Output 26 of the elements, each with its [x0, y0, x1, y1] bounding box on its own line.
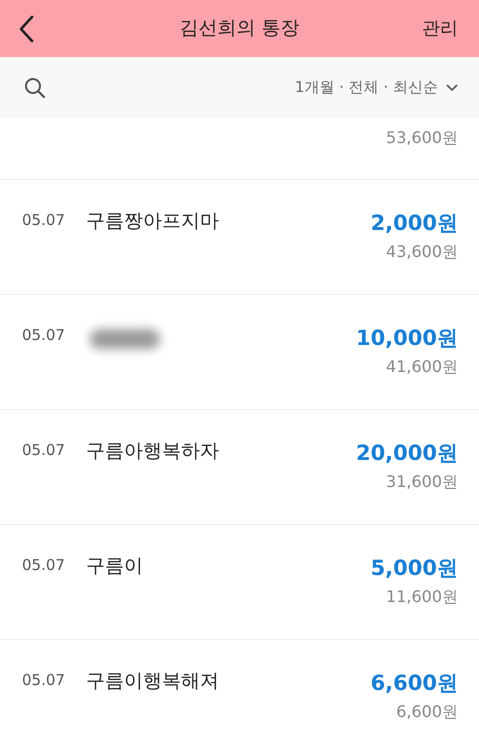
amount-text: 10,000원 — [356, 325, 458, 352]
page-title: 김선희의 통장 — [179, 16, 300, 42]
manage-button[interactable]: 관리 — [422, 15, 458, 42]
chevron-down-icon — [446, 84, 458, 92]
transaction-name: 구름아행복하자 — [86, 440, 219, 463]
amount-text: 20,000원 — [356, 440, 458, 467]
transaction-name: 구름이행복해져 — [86, 670, 219, 693]
balance-text: 53,600원 — [386, 127, 458, 149]
amount-text: 6,600원 — [370, 670, 458, 697]
amount-text: 2,000원 — [370, 210, 458, 237]
balance-text: 6,600원 — [396, 701, 458, 724]
balance-text: 11,600원 — [386, 586, 458, 608]
balance-text: 41,600원 — [386, 356, 458, 378]
transaction-name: 구름짱아프지마 — [86, 210, 219, 233]
date-text: 05.07 — [22, 670, 66, 691]
transaction-name: 구름이 — [86, 555, 143, 578]
balance-text: 43,600원 — [386, 241, 458, 264]
search-icon[interactable] — [24, 76, 46, 98]
date-text: 05.07 — [22, 440, 66, 461]
date-text: 05.07 — [22, 210, 66, 231]
date-text: 05.07 — [22, 325, 66, 346]
filter-dropdown[interactable]: 1개월 · 전체 · 최신순 — [294, 76, 458, 99]
amount-text: 5,000원 — [370, 555, 458, 582]
balance-text: 31,600원 — [386, 471, 458, 494]
date-text: 05.07 — [22, 555, 66, 576]
back-icon — [18, 14, 34, 42]
